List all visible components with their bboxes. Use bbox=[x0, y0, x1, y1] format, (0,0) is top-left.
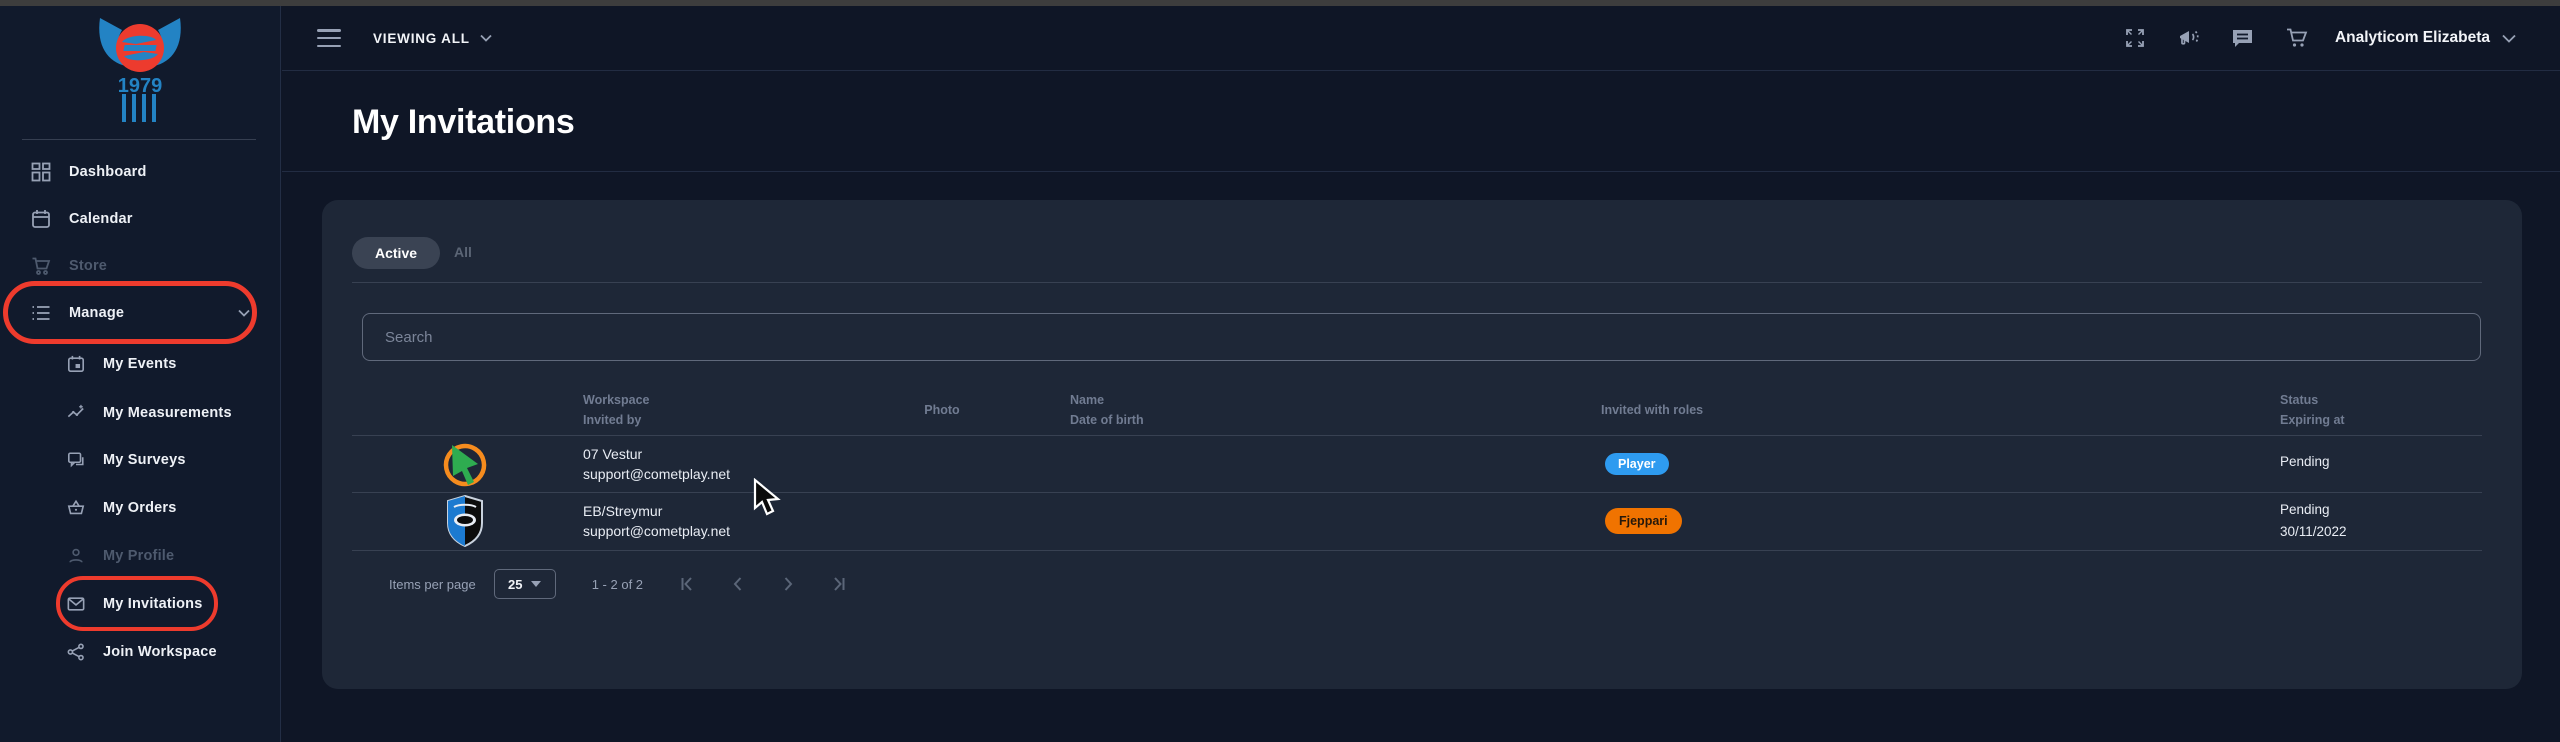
sidebar-item-label: My Surveys bbox=[103, 452, 186, 468]
role-badge[interactable]: Player bbox=[1605, 453, 1669, 475]
table-row[interactable]: EB/Streymur support@cometplay.net Fjeppa… bbox=[352, 492, 2482, 550]
page-size-value: 25 bbox=[508, 577, 522, 592]
caret-down-icon bbox=[531, 581, 541, 587]
col-photo: Photo bbox=[902, 400, 982, 420]
calendar-event-icon bbox=[66, 354, 86, 374]
user-name: Analyticom Elizabeta bbox=[2335, 29, 2490, 47]
row-status: Pending bbox=[2280, 454, 2330, 469]
next-page-button[interactable] bbox=[775, 571, 801, 597]
page-size-select[interactable]: 25 bbox=[494, 569, 556, 599]
logo-year: 1979 bbox=[118, 75, 163, 97]
tabs-divider bbox=[352, 282, 2482, 283]
sidebar-item-my-events[interactable]: My Events bbox=[0, 344, 280, 384]
fsf-logo: 1979 bbox=[78, 14, 202, 130]
table-row[interactable]: 07 Vestur support@cometplay.net Player P… bbox=[352, 435, 2482, 492]
announcement-icon[interactable] bbox=[2177, 26, 2201, 50]
table-header: Workspace Invited by Photo Name Date of … bbox=[352, 390, 2482, 435]
fullscreen-icon[interactable] bbox=[2123, 26, 2147, 50]
chevron-down-icon bbox=[2502, 34, 2516, 43]
row-status: Pending bbox=[2280, 499, 2347, 521]
search-box bbox=[362, 313, 2481, 361]
07-vestur-club-logo bbox=[440, 437, 490, 491]
sidebar-item-store: Store bbox=[0, 246, 280, 286]
row-invited-by: support@cometplay.net bbox=[583, 521, 730, 541]
sidebar-item-my-orders[interactable]: My Orders bbox=[0, 488, 280, 528]
paginator: Items per page 25 1 - 2 of 2 bbox=[389, 563, 851, 605]
sidebar-item-label: Dashboard bbox=[69, 164, 147, 180]
col-dob: Date of birth bbox=[1070, 410, 1144, 430]
col-workspace: Workspace bbox=[583, 390, 649, 410]
col-status: Status bbox=[2280, 390, 2345, 410]
person-icon bbox=[66, 546, 86, 566]
topbar: VIEWING ALL bbox=[282, 6, 2560, 71]
chart-sparkle-icon bbox=[66, 403, 86, 423]
col-invited-by: Invited by bbox=[583, 410, 649, 430]
basket-icon bbox=[66, 498, 86, 518]
sidebar-item-my-invitations[interactable]: My Invitations bbox=[0, 584, 280, 624]
sidebar-item-label: Manage bbox=[69, 305, 124, 321]
tab-active[interactable]: Active bbox=[352, 237, 440, 269]
sidebar-divider bbox=[22, 139, 256, 140]
sidebar-item-label: My Orders bbox=[103, 500, 177, 516]
viewing-all-dropdown[interactable]: VIEWING ALL bbox=[373, 31, 492, 46]
row-status-group: Pending 30/11/2022 bbox=[2280, 492, 2347, 550]
sidebar-item-label: Join Workspace bbox=[103, 644, 217, 660]
hamburger-menu-icon[interactable] bbox=[317, 29, 341, 47]
col-expiring: Expiring at bbox=[2280, 410, 2345, 430]
envelope-icon bbox=[66, 594, 86, 614]
row-workspace: EB/Streymur bbox=[583, 501, 730, 521]
title-band: My Invitations bbox=[282, 71, 2560, 172]
eb-streymur-club-logo bbox=[440, 494, 490, 548]
row-workspace: 07 Vestur bbox=[583, 444, 730, 464]
search-input[interactable] bbox=[363, 314, 2480, 360]
tab-all[interactable]: All bbox=[454, 244, 472, 260]
row-invited-by: support@cometplay.net bbox=[583, 464, 730, 484]
sidebar-item-dashboard[interactable]: Dashboard bbox=[0, 152, 280, 192]
calendar-icon bbox=[30, 208, 52, 230]
topbar-icons bbox=[2123, 26, 2309, 50]
user-menu[interactable]: Analyticom Elizabeta bbox=[2335, 29, 2516, 47]
previous-page-button[interactable] bbox=[725, 571, 751, 597]
chevron-down-icon bbox=[238, 309, 250, 317]
list-icon bbox=[30, 302, 52, 324]
chevron-down-icon bbox=[480, 34, 492, 42]
chat-icon[interactable] bbox=[2231, 26, 2255, 50]
sidebar-item-label: My Measurements bbox=[103, 405, 232, 421]
sidebar-item-my-measurements[interactable]: My Measurements bbox=[0, 393, 280, 433]
sidebar-item-label: My Profile bbox=[103, 548, 174, 564]
items-per-page-label: Items per page bbox=[389, 577, 476, 592]
row-expiring: 30/11/2022 bbox=[2280, 521, 2347, 543]
sidebar-item-calendar[interactable]: Calendar bbox=[0, 199, 280, 239]
sidebar-item-my-profile: My Profile bbox=[0, 536, 280, 576]
page-title: My Invitations bbox=[352, 103, 575, 142]
paginator-nav bbox=[675, 571, 851, 597]
sidebar: 1979 Dashboard Calendar bbox=[0, 6, 281, 742]
sidebar-item-manage[interactable]: Manage bbox=[0, 293, 280, 333]
sidebar-item-label: My Events bbox=[103, 356, 177, 372]
sidebar-item-join-workspace[interactable]: Join Workspace bbox=[0, 632, 280, 672]
sidebar-item-my-surveys[interactable]: My Surveys bbox=[0, 440, 280, 480]
col-roles: Invited with roles bbox=[1601, 400, 1703, 420]
grid-icon bbox=[30, 161, 52, 183]
last-page-button[interactable] bbox=[825, 571, 851, 597]
first-page-button[interactable] bbox=[675, 571, 701, 597]
sidebar-item-label: Store bbox=[69, 258, 107, 274]
cart-icon bbox=[30, 255, 52, 277]
viewing-all-label: VIEWING ALL bbox=[373, 31, 470, 46]
invitations-card: Active All Workspace Invited by Photo Na… bbox=[322, 200, 2522, 689]
role-badge[interactable]: Fjeppari bbox=[1605, 508, 1682, 534]
row-divider bbox=[352, 550, 2482, 551]
chat-bubbles-icon bbox=[66, 450, 86, 470]
sidebar-item-label: My Invitations bbox=[103, 596, 202, 612]
cart-icon[interactable] bbox=[2285, 26, 2309, 50]
share-icon bbox=[66, 642, 86, 662]
col-name: Name bbox=[1070, 390, 1144, 410]
page-range-label: 1 - 2 of 2 bbox=[592, 577, 643, 592]
sidebar-item-label: Calendar bbox=[69, 211, 133, 227]
